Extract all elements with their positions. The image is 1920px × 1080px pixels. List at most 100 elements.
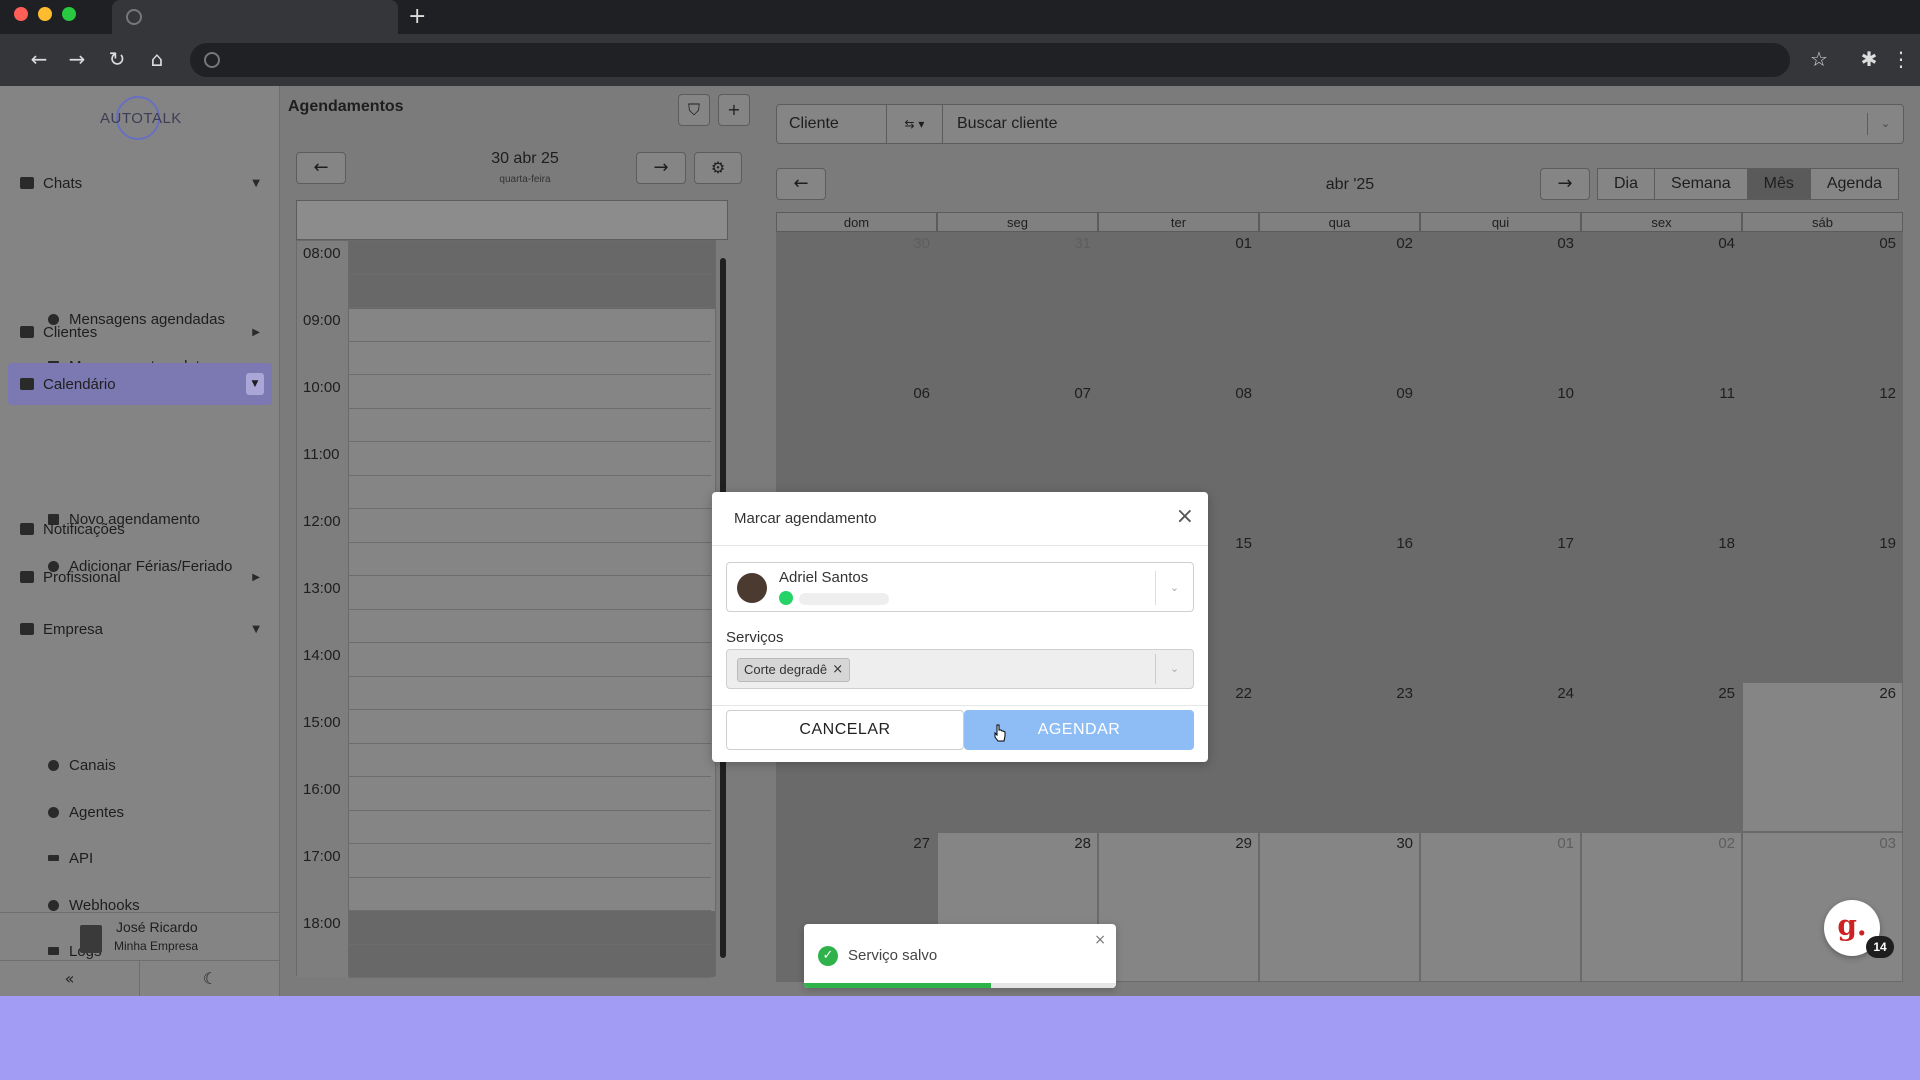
collapse-sidebar-icon[interactable]: « (0, 960, 140, 996)
api-icon (48, 855, 59, 861)
calendar-day-cell[interactable]: 01 (1420, 832, 1581, 982)
browser-menu-icon[interactable]: ⋮ (1886, 44, 1916, 74)
extensions-icon[interactable]: ✱ (1854, 44, 1884, 74)
calendar-day-cell[interactable]: 17 (1420, 532, 1581, 682)
day-number: 26 (1879, 685, 1896, 702)
chevron-down-icon[interactable]: ⌄ (1155, 571, 1193, 605)
calendar-day-cell[interactable]: 09 (1259, 382, 1420, 532)
close-window-button[interactable] (14, 7, 28, 21)
cancel-button[interactable]: CANCELAR (726, 710, 964, 750)
calendar-day-cell[interactable]: 05 (1742, 232, 1903, 382)
slot-line (349, 910, 711, 911)
calendar-day-cell[interactable]: 03 (1420, 232, 1581, 382)
day-number: 23 (1396, 685, 1413, 702)
calendar-day-cell[interactable]: 31 (937, 232, 1098, 382)
time-label: 16:00 (303, 781, 341, 798)
client-phone-redacted (799, 593, 889, 605)
view-button-dia[interactable]: Dia (1597, 168, 1656, 200)
time-label: 09:00 (303, 312, 341, 329)
chevron-down-icon[interactable]: ⌄ (1867, 113, 1903, 135)
time-label: 17:00 (303, 848, 341, 865)
sidebar-item-profissional[interactable]: Profissional ▶ (8, 556, 272, 598)
browser-tab[interactable] (112, 0, 398, 34)
forward-icon[interactable]: → (62, 44, 92, 74)
maximize-window-button[interactable] (62, 7, 76, 21)
calendar-day-cell[interactable]: 11 (1581, 382, 1742, 532)
sidebar-item-agentes[interactable]: Agentes (48, 797, 124, 827)
calendar-day-cell[interactable]: 02 (1581, 832, 1742, 982)
users-icon (20, 326, 34, 338)
sidebar-item-chats[interactable]: Chats ▼ (8, 162, 272, 204)
search-input[interactable]: Buscar cliente (957, 105, 1058, 143)
service-chip-label: Corte degradê (744, 662, 828, 677)
browser-toolbar: ← → ↻ ⌂ ☆ ✱ ⋮ (0, 34, 1920, 86)
reload-icon[interactable]: ↻ (102, 44, 132, 74)
calendar-day-cell[interactable]: 24 (1420, 682, 1581, 832)
chevron-down-icon[interactable]: ⌄ (1155, 654, 1193, 684)
remove-chip-icon[interactable]: × (832, 659, 843, 681)
time-label: 08:00 (303, 245, 341, 262)
back-icon[interactable]: ← (24, 44, 54, 74)
day-number: 30 (1396, 835, 1413, 852)
calendar-day-cell[interactable]: 02 (1259, 232, 1420, 382)
calendar-day-cell[interactable]: 23 (1259, 682, 1420, 832)
client-select[interactable]: Adriel Santos ⌄ (726, 562, 1194, 612)
prev-month-button[interactable]: ← (776, 168, 826, 200)
sidebar-item-label: Calendário (43, 375, 116, 393)
next-month-button[interactable]: → (1540, 168, 1590, 200)
browser-tab-bar: + (0, 0, 1920, 34)
home-icon[interactable]: ⌂ (142, 44, 172, 74)
sidebar-item-api[interactable]: API (48, 843, 93, 873)
new-tab-button[interactable]: + (408, 4, 426, 29)
calendar-day-cell[interactable]: 16 (1259, 532, 1420, 682)
minimize-window-button[interactable] (38, 7, 52, 21)
calendar-day-cell[interactable]: 01 (1098, 232, 1259, 382)
close-icon[interactable]: × (1176, 504, 1194, 529)
close-icon[interactable]: × (1094, 932, 1106, 948)
search-filter-icon[interactable]: ⇆ ▾ (887, 105, 943, 143)
settings-gear-icon[interactable]: ⚙ (694, 152, 742, 184)
sidebar-item-clientes[interactable]: Clientes ▶ (8, 311, 272, 353)
sidebar-item-empresa[interactable]: Empresa ▼ (8, 608, 272, 650)
calendar-day-cell[interactable]: 12 (1742, 382, 1903, 532)
day-date: 30 abr 25 (491, 150, 559, 167)
robot-icon (48, 806, 59, 818)
calendar-day-cell[interactable]: 04 (1581, 232, 1742, 382)
calendar-day-cell[interactable]: 18 (1581, 532, 1742, 682)
calendar-day-cell[interactable]: 30 (776, 232, 937, 382)
user-profile[interactable]: José Ricardo Minha Empresa (0, 912, 280, 960)
day-number: 10 (1557, 385, 1574, 402)
calendar-day-cell[interactable]: 19 (1742, 532, 1903, 682)
sidebar-item-calendario[interactable]: Calendário ▼ (8, 363, 272, 405)
slot-line (349, 441, 711, 442)
add-appointment-button[interactable]: + (718, 94, 750, 126)
calendar-day-cell[interactable]: 26 (1742, 682, 1903, 832)
day-number: 04 (1718, 235, 1735, 252)
search-type-select[interactable]: Cliente (777, 105, 887, 143)
filter-icon[interactable]: ⛉ (678, 94, 710, 126)
next-day-button[interactable]: → (636, 152, 686, 184)
sidebar-item-canais[interactable]: Canais (48, 750, 116, 780)
sidebar-item-notificacoes[interactable]: Notificações (8, 508, 272, 550)
view-button-semana[interactable]: Semana (1654, 168, 1748, 200)
prev-day-button[interactable]: ← (296, 152, 346, 184)
calendar-day-cell[interactable]: 25 (1581, 682, 1742, 832)
calendar-day-cell[interactable]: 10 (1420, 382, 1581, 532)
calendar-day-cell[interactable]: 29 (1098, 832, 1259, 982)
day-view-grid[interactable]: 08:00 09:00 10:00 11:00 12:00 13:00 14:00 15:00… (296, 240, 716, 978)
company-name: Minha Empresa (114, 939, 199, 953)
time-label: 13:00 (303, 580, 341, 597)
user-name: José Ricardo (116, 919, 198, 935)
toast-notification: ✓ Serviço salvo × (804, 924, 1116, 988)
services-select[interactable]: Corte degradê × ⌄ (726, 649, 1194, 689)
caret-down-icon[interactable]: ▼ (246, 373, 264, 395)
view-button-agenda[interactable]: Agenda (1809, 168, 1900, 200)
address-bar[interactable] (190, 43, 1790, 77)
bookmark-star-icon[interactable]: ☆ (1804, 44, 1834, 74)
dark-mode-moon-icon[interactable]: ☾ (140, 960, 280, 996)
calendar-day-cell[interactable]: 30 (1259, 832, 1420, 982)
slot-line (349, 307, 711, 308)
time-label: 15:00 (303, 714, 341, 731)
calendar-day-cell[interactable]: 03 (1742, 832, 1903, 982)
view-button-mês[interactable]: Mês (1746, 168, 1811, 200)
